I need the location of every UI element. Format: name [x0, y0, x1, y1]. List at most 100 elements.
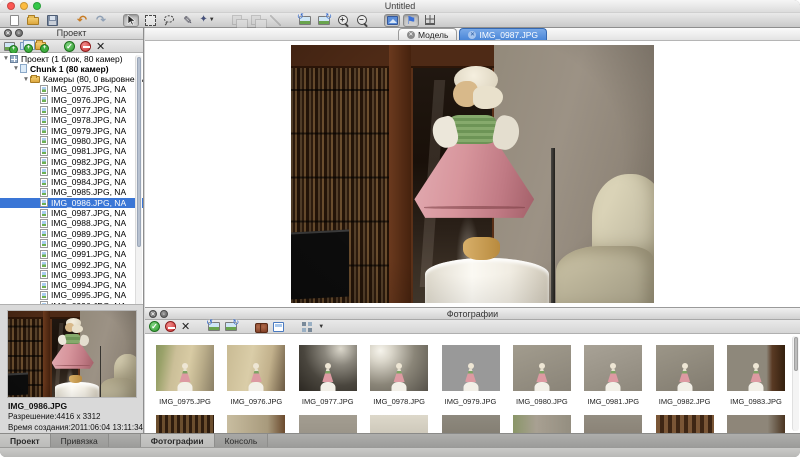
thumbnail-image[interactable] — [584, 345, 642, 391]
show-markers-toggle[interactable]: ⚑ — [403, 14, 419, 27]
tree-item-image[interactable]: IMG_0990.JPG, NA — [0, 239, 143, 249]
photo-thumbnail[interactable] — [653, 415, 717, 433]
thumbnail-image[interactable] — [442, 415, 500, 433]
remove-photo-button[interactable]: ✕ — [181, 321, 190, 332]
draw-tool-button[interactable]: ✎ — [180, 14, 196, 27]
photo-thumbnail[interactable]: IMG_0982.JPG — [653, 345, 717, 406]
tab-close-icon[interactable]: ✕ — [468, 31, 476, 39]
tree-item-image[interactable]: IMG_0983.JPG, NA — [0, 167, 143, 177]
tree-item-image[interactable]: IMG_0988.JPG, NA — [0, 218, 143, 228]
thumbnail-image[interactable] — [656, 415, 714, 433]
tree-item-image[interactable]: IMG_0979.JPG, NA — [0, 126, 143, 136]
tab-model[interactable]: ✕ Модель — [398, 28, 458, 40]
bottom-tab-console[interactable]: Консоль — [215, 434, 269, 447]
thumbnail-image[interactable] — [513, 345, 571, 391]
thumbnail-image[interactable] — [727, 415, 785, 433]
tree-item-image[interactable]: IMG_0991.JPG, NA — [0, 249, 143, 259]
tab-close-icon[interactable]: ✕ — [407, 31, 415, 39]
thumbnail-image[interactable] — [442, 345, 500, 391]
photo-thumbnail[interactable] — [153, 415, 217, 433]
tree-item-image[interactable]: IMG_0977.JPG, NA — [0, 105, 143, 115]
thumbnail-size-button[interactable] — [302, 322, 312, 332]
photo-thumbnail[interactable] — [367, 415, 431, 433]
photo-thumbnail[interactable] — [724, 415, 788, 433]
photo-view[interactable] — [291, 45, 654, 303]
photos-scrollbar-thumb[interactable] — [794, 337, 798, 371]
lasso-selection-button[interactable] — [161, 14, 177, 27]
enable-photo-button[interactable]: ✓ — [149, 321, 160, 332]
thumbnail-image[interactable] — [370, 415, 428, 433]
photo-thumbnail[interactable] — [510, 415, 574, 433]
tree-item-image[interactable]: IMG_0986.JPG, NA — [0, 198, 143, 208]
dropdown-arrow-icon[interactable]: ▼ — [318, 324, 324, 330]
thumbnail-image[interactable] — [156, 345, 214, 391]
photo-thumbnail[interactable]: IMG_0981.JPG — [581, 345, 645, 406]
remove-button[interactable]: ✕ — [96, 41, 105, 52]
show-images-toggle[interactable] — [384, 14, 400, 27]
tree-item-image[interactable]: IMG_0992.JPG, NA — [0, 259, 143, 269]
cut-line-button[interactable] — [267, 14, 283, 27]
tree-item-image[interactable]: IMG_0981.JPG, NA — [0, 146, 143, 156]
photo-thumbnail[interactable] — [581, 415, 645, 433]
rotate-left-button[interactable] — [297, 14, 313, 27]
disclosure-triangle-icon[interactable]: ▼ — [12, 65, 20, 72]
undo-button[interactable]: ↶ — [74, 14, 90, 27]
photo-thumbnail[interactable] — [439, 415, 503, 433]
disclosure-triangle-icon[interactable]: ▼ — [22, 76, 30, 83]
copy-button[interactable] — [229, 14, 245, 27]
tree-item-image[interactable]: IMG_0980.JPG, NA — [0, 136, 143, 146]
bottom-tab-reference[interactable]: Привязка — [51, 434, 109, 447]
tree-item-cameras[interactable]: ▼Камеры (80, 0 выровнены) — [0, 74, 143, 84]
redo-button[interactable]: ↷ — [93, 14, 109, 27]
photo-thumbnail[interactable]: IMG_0979.JPG — [439, 345, 503, 406]
paste-button[interactable] — [248, 14, 264, 27]
photo-thumbnail[interactable]: IMG_0977.JPG — [296, 345, 360, 406]
photos-scrollbar[interactable] — [792, 336, 799, 431]
tree-item-image[interactable]: IMG_0989.JPG, NA — [0, 228, 143, 238]
tree-item-image[interactable]: IMG_0984.JPG, NA — [0, 177, 143, 187]
add-folder-button[interactable] — [35, 42, 46, 50]
disable-button[interactable] — [80, 41, 91, 52]
photo-thumbnail[interactable]: IMG_0983.JPG — [724, 345, 788, 406]
thumbnail-image[interactable] — [727, 345, 785, 391]
icons-view-button[interactable] — [273, 322, 284, 332]
thumbnail-image[interactable] — [299, 345, 357, 391]
add-photos-button[interactable] — [4, 42, 15, 51]
photo-thumbnail[interactable]: IMG_0975.JPG — [153, 345, 217, 406]
thumbnail-image[interactable] — [227, 415, 285, 433]
thumbnail-image[interactable] — [156, 415, 214, 433]
tree-item-chunk[interactable]: ▼Chunk 1 (80 камер) — [0, 64, 143, 74]
thumbnail-image[interactable] — [299, 415, 357, 433]
thumbnail-image[interactable] — [584, 415, 642, 433]
zoom-out-button[interactable]: − — [354, 14, 370, 27]
tab-photo[interactable]: ✕ IMG_0987.JPG — [459, 28, 547, 40]
tree-item-image[interactable]: IMG_0995.JPG, NA — [0, 290, 143, 300]
disable-photo-button[interactable] — [165, 321, 176, 332]
thumbnail-image[interactable] — [227, 345, 285, 391]
thumbnail-image[interactable] — [370, 345, 428, 391]
details-view-button[interactable] — [255, 323, 268, 332]
open-project-button[interactable] — [25, 14, 41, 27]
tree-item-image[interactable]: IMG_0994.JPG, NA — [0, 280, 143, 290]
new-document-button[interactable] — [6, 14, 22, 27]
bottom-tab-project[interactable]: Проект — [0, 434, 51, 447]
navigation-tool-button[interactable] — [123, 14, 139, 27]
tree-scrollbar-thumb[interactable] — [137, 57, 141, 247]
bottom-tab-photos[interactable]: Фотографии — [141, 434, 215, 447]
tree-item-image[interactable]: IMG_0976.JPG, NA — [0, 95, 143, 105]
tree-item-image[interactable]: IMG_0982.JPG, NA — [0, 156, 143, 166]
tree-item-project[interactable]: ▼Проект (1 блок, 80 камер) — [0, 53, 143, 63]
tree-item-image[interactable]: IMG_0975.JPG, NA — [0, 84, 143, 94]
zoom-in-button[interactable]: + — [335, 14, 351, 27]
enable-button[interactable]: ✓ — [64, 41, 75, 52]
thumbnail-image[interactable] — [513, 415, 571, 433]
photo-thumbnail[interactable] — [224, 415, 288, 433]
save-project-button[interactable] — [44, 14, 60, 27]
rectangle-selection-button[interactable] — [142, 14, 158, 27]
tree-item-image[interactable]: IMG_0987.JPG, NA — [0, 208, 143, 218]
tree-item-image[interactable]: IMG_0985.JPG, NA — [0, 187, 143, 197]
thumbnail-image[interactable] — [656, 345, 714, 391]
photo-thumbnail[interactable] — [296, 415, 360, 433]
rotate-right-button[interactable] — [316, 14, 332, 27]
photo-thumbnail[interactable]: IMG_0976.JPG — [224, 345, 288, 406]
